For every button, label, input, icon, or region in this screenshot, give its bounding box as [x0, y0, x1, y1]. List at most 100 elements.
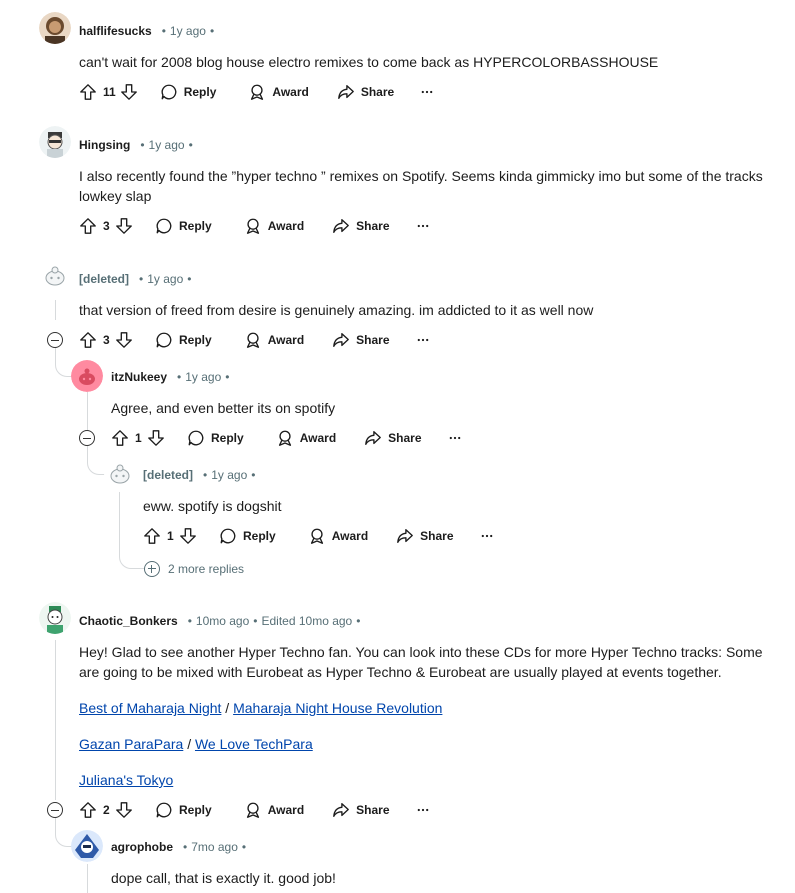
award-button[interactable]: Award — [248, 83, 309, 101]
share-button[interactable]: Share — [364, 429, 422, 447]
downvote-icon — [120, 83, 138, 101]
downvote-button[interactable] — [120, 83, 138, 101]
upvote-button[interactable] — [79, 217, 97, 235]
reply-button[interactable]: Reply — [155, 801, 212, 819]
timestamp[interactable]: 1y ago — [170, 24, 206, 38]
share-icon — [396, 527, 414, 545]
upvote-icon — [79, 217, 97, 235]
timestamp[interactable]: 1y ago — [185, 370, 221, 384]
timestamp[interactable]: 1y ago — [211, 468, 247, 482]
collapse-thread-button[interactable] — [79, 430, 95, 446]
downvote-button[interactable] — [115, 331, 133, 349]
username[interactable]: itzNukeey — [111, 370, 167, 384]
username[interactable]: Chaotic_Bonkers — [79, 614, 178, 628]
share-button[interactable]: Share — [337, 83, 394, 101]
avatar[interactable] — [71, 830, 103, 862]
downvote-button[interactable] — [147, 429, 165, 447]
comment-meta: [deleted] • 1y ago • — [143, 468, 256, 482]
award-icon — [248, 83, 266, 101]
timestamp[interactable]: 1y ago — [147, 272, 183, 286]
overflow-menu-button[interactable] — [480, 527, 494, 545]
upvote-button[interactable] — [143, 527, 161, 545]
downvote-icon — [179, 527, 197, 545]
overflow-menu-button[interactable] — [416, 331, 430, 349]
downvote-icon — [115, 331, 133, 349]
cd-link[interactable]: Juliana's Tokyo — [79, 772, 173, 788]
comment-text: can't wait for 2008 blog house electro r… — [79, 54, 659, 70]
share-button[interactable]: Share — [396, 527, 454, 545]
downvote-button[interactable] — [115, 217, 133, 235]
comment-meta: [deleted] • 1y ago • — [79, 272, 192, 286]
link-line: Gazan ParaPara / We Love TechPara — [79, 736, 313, 752]
reply-button[interactable]: Reply — [155, 331, 212, 349]
username[interactable]: agrophobe — [111, 840, 173, 854]
comment-text: dope call, that is exactly it. good job! — [111, 870, 336, 886]
vote-count: 1 — [135, 431, 142, 445]
timestamp[interactable]: 1y ago — [149, 138, 185, 152]
overflow-menu-button[interactable] — [448, 429, 462, 447]
action-bar: 3 Reply Award Share — [79, 214, 430, 238]
cd-link[interactable]: We Love TechPara — [195, 736, 313, 752]
reply-button[interactable]: Reply — [155, 217, 212, 235]
share-button[interactable]: Share — [332, 217, 390, 235]
cd-link[interactable]: Best of Maharaja Night — [79, 700, 221, 716]
avatar[interactable] — [39, 12, 71, 44]
downvote-icon — [115, 217, 133, 235]
award-icon — [244, 217, 262, 235]
downvote-button[interactable] — [179, 527, 197, 545]
award-button[interactable]: Award — [244, 331, 304, 349]
timestamp[interactable]: 10mo ago — [196, 614, 249, 628]
avatar[interactable] — [71, 360, 103, 392]
reply-icon — [160, 83, 178, 101]
action-bar: 2 Reply Award Share — [79, 798, 430, 822]
cd-link[interactable]: Gazan ParaPara — [79, 736, 183, 752]
vote-count: 3 — [103, 219, 110, 233]
award-button[interactable]: Award — [244, 801, 304, 819]
username[interactable]: halflifesucks — [79, 24, 152, 38]
award-button[interactable]: Award — [308, 527, 368, 545]
share-icon — [332, 217, 350, 235]
award-icon — [244, 801, 262, 819]
reply-button[interactable]: Reply — [160, 83, 216, 101]
upvote-button[interactable] — [111, 429, 129, 447]
upvote-button[interactable] — [79, 331, 97, 349]
award-button[interactable]: Award — [276, 429, 336, 447]
share-icon — [332, 331, 350, 349]
award-button[interactable]: Award — [244, 217, 304, 235]
share-button[interactable]: Share — [332, 801, 390, 819]
collapse-thread-button[interactable] — [47, 802, 63, 818]
share-icon — [332, 801, 350, 819]
more-replies-button[interactable]: 2 more replies — [144, 561, 244, 577]
comment-text: I also recently found the ”hyper techno … — [79, 168, 763, 204]
username: [deleted] — [143, 468, 194, 482]
comment-meta: Chaotic_Bonkers • 10mo ago • Edited 10mo ago… — [79, 614, 361, 628]
reply-icon — [155, 801, 173, 819]
action-bar: 3 Reply Award Share — [79, 328, 430, 352]
timestamp[interactable]: 7mo ago — [191, 840, 238, 854]
action-bar: 1 Reply Award Share — [111, 426, 462, 450]
reply-button[interactable]: Reply — [187, 429, 244, 447]
avatar[interactable] — [39, 602, 71, 634]
overflow-menu-button[interactable] — [416, 801, 430, 819]
share-button[interactable]: Share — [332, 331, 390, 349]
upvote-button[interactable] — [79, 83, 97, 101]
thread-curve — [55, 348, 72, 377]
reply-button[interactable]: Reply — [219, 527, 276, 545]
overflow-menu-button[interactable] — [416, 217, 430, 235]
thread-line — [87, 864, 88, 893]
avatar[interactable] — [104, 458, 136, 490]
overflow-menu-button[interactable] — [420, 83, 434, 101]
upvote-icon — [79, 331, 97, 349]
vote-count: 2 — [103, 803, 110, 817]
avatar[interactable] — [39, 126, 71, 158]
reply-icon — [155, 217, 173, 235]
downvote-icon — [147, 429, 165, 447]
collapse-thread-button[interactable] — [47, 332, 63, 348]
award-icon — [244, 331, 262, 349]
upvote-icon — [143, 527, 161, 545]
downvote-button[interactable] — [115, 801, 133, 819]
upvote-button[interactable] — [79, 801, 97, 819]
username[interactable]: Hingsing — [79, 138, 130, 152]
cd-link[interactable]: Maharaja Night House Revolution — [233, 700, 442, 716]
avatar[interactable] — [39, 260, 71, 292]
